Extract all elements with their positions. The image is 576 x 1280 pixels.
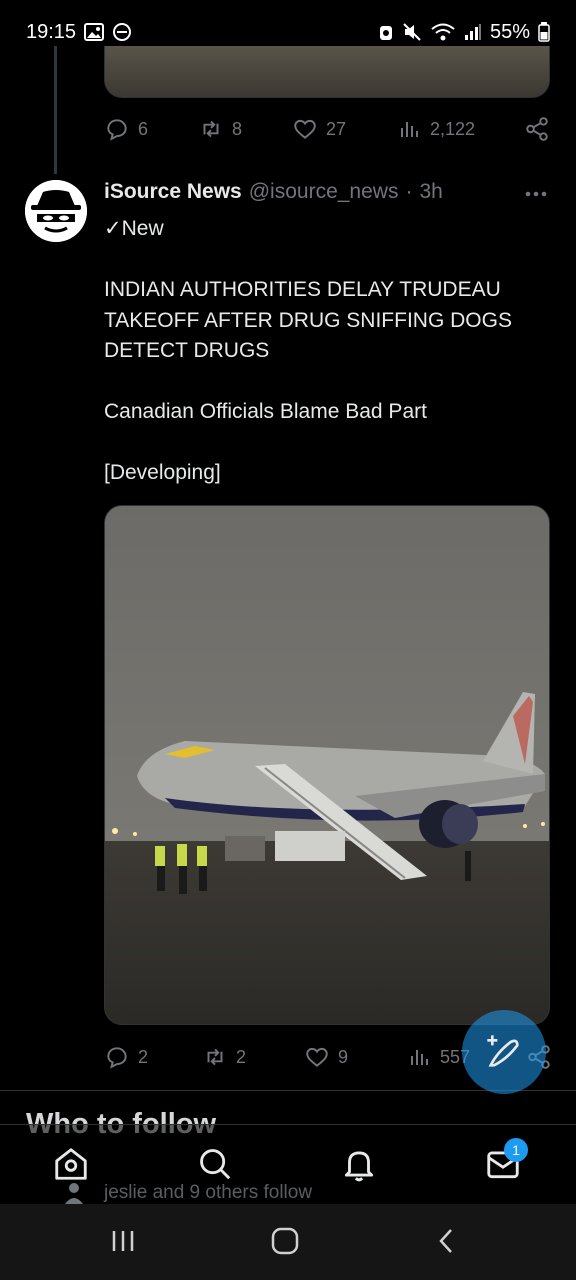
- views-icon: [411, 1050, 428, 1065]
- tweet-line: [Developing]: [104, 461, 221, 484]
- back-button[interactable]: [432, 1226, 462, 1261]
- battery-percent: 55%: [489, 20, 530, 43]
- home-button-icon: [271, 1227, 299, 1255]
- home-button[interactable]: [270, 1226, 300, 1261]
- search-icon: [200, 1149, 231, 1180]
- tweet-line: Canadian Officials Blame Bad Part: [104, 400, 427, 423]
- reply-button[interactable]: 6: [104, 116, 198, 142]
- status-time: 19:15: [26, 20, 77, 43]
- more-icon[interactable]: [522, 184, 550, 209]
- wifi-icon: [430, 22, 456, 42]
- author-handle[interactable]: @isource_news: [249, 180, 399, 204]
- retweet-count: 8: [232, 118, 243, 139]
- compose-button[interactable]: [462, 1010, 546, 1094]
- tweet-line-gap: [104, 428, 544, 459]
- tweet-media-image[interactable]: [104, 505, 550, 1025]
- reply-count: 6: [138, 118, 149, 139]
- retweet-icon: [207, 1048, 223, 1066]
- gallery-icon: [84, 23, 105, 41]
- views-icon: [401, 122, 418, 137]
- compose-icon: [487, 1035, 519, 1067]
- tweet-line: INDIAN AUTHORITIES DELAY TRUDEAU: [104, 278, 501, 301]
- retweet-count: 2: [236, 1046, 247, 1067]
- follow-note: jeslie and 9 others follow: [104, 1182, 313, 1203]
- recent-apps-button[interactable]: [108, 1226, 138, 1261]
- reply-button[interactable]: 2: [104, 1044, 202, 1070]
- tweet-line: TAKEOFF AFTER DRUG SNIFFING DOGS: [104, 308, 512, 332]
- retweet-button[interactable]: 2: [202, 1044, 304, 1070]
- views-count: 2,122: [430, 118, 476, 139]
- like-button[interactable]: 9: [304, 1044, 408, 1070]
- battery-icon: [538, 22, 550, 42]
- prev-tweet-image[interactable]: [104, 46, 550, 98]
- spy-avatar-icon: [25, 180, 87, 242]
- like-button[interactable]: 27: [292, 116, 398, 142]
- notifications-icon: [344, 1151, 374, 1182]
- retweet-icon: [203, 120, 219, 138]
- back-icon: [439, 1229, 452, 1253]
- do-not-disturb-icon: [112, 22, 132, 42]
- share-button[interactable]: [524, 116, 550, 142]
- mute-icon: [402, 22, 422, 42]
- signal-icon: [464, 23, 482, 41]
- author-name[interactable]: iSource News: [104, 180, 242, 204]
- tweet-line: DETECT DRUGS: [104, 339, 270, 362]
- nav-notifications[interactable]: [340, 1145, 378, 1188]
- alarm-icon: [378, 22, 394, 42]
- recent-apps-icon: [112, 1231, 134, 1251]
- header-dot: ·: [405, 180, 413, 203]
- tweet-header: iSource News @isource_news · 3h: [104, 180, 443, 204]
- views-button[interactable]: 2,122: [398, 116, 524, 142]
- like-icon: [306, 1047, 328, 1067]
- like-count: 27: [326, 118, 347, 139]
- reply-count: 2: [138, 1046, 149, 1067]
- avatar[interactable]: [25, 180, 87, 242]
- tweet-line-gap: [104, 367, 544, 398]
- thread-line: [54, 46, 57, 174]
- reply-icon: [107, 119, 127, 141]
- android-nav-bar: [0, 1204, 576, 1280]
- airplane-photo: [105, 506, 549, 1024]
- tweet-time[interactable]: 3h: [419, 180, 442, 204]
- prev-tweet-actions: 6 8 27 2,122: [104, 116, 552, 142]
- like-count: 9: [338, 1046, 349, 1067]
- like-icon: [294, 119, 316, 139]
- messages-badge: 1: [504, 1138, 528, 1162]
- retweet-button[interactable]: 8: [198, 116, 292, 142]
- reply-icon: [107, 1047, 127, 1069]
- tweet-line-gap: [104, 245, 544, 276]
- share-icon: [526, 117, 548, 141]
- tweet-line: ✓New: [104, 217, 164, 240]
- tweet-text: ✓New INDIAN AUTHORITIES DELAY TRUDEAU TA…: [104, 214, 544, 489]
- home-icon: [55, 1148, 87, 1180]
